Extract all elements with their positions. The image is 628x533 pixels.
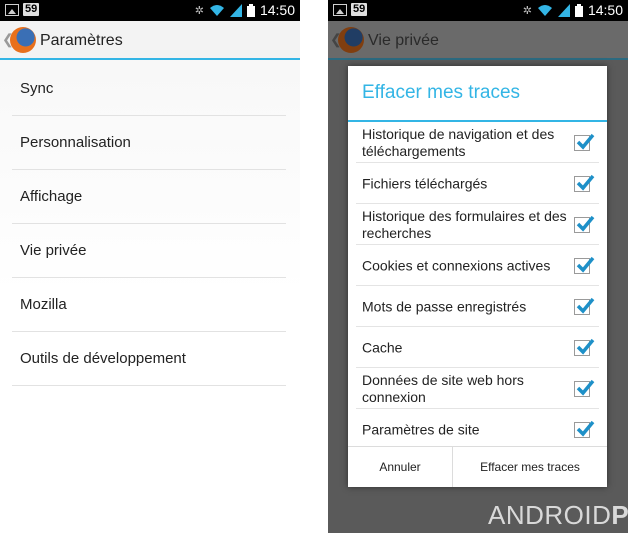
option-row[interactable]: Mots de passe enregistrés — [348, 286, 607, 327]
menu-item-label: Personnalisation — [20, 134, 131, 151]
image-icon — [5, 3, 19, 16]
firefox-logo-icon[interactable] — [338, 27, 364, 53]
menu-item-vie-privee[interactable]: Vie privée — [0, 224, 300, 278]
status-bar: 59 ✲ 14:50 — [328, 0, 628, 21]
settings-menu: Sync Personnalisation Affichage Vie priv… — [0, 62, 300, 386]
checkbox-icon[interactable] — [574, 133, 595, 151]
checkbox-icon[interactable] — [574, 215, 595, 233]
menu-item-sync[interactable]: Sync — [0, 62, 300, 116]
watermark: ANDROIDPIT — [488, 500, 628, 531]
sync-icon: ✲ — [194, 5, 204, 17]
option-row[interactable]: Cache — [348, 327, 607, 368]
option-row[interactable]: Historique des formulaires et des recher… — [348, 204, 607, 245]
option-row[interactable]: Paramètres de site — [348, 409, 607, 450]
menu-item-mozilla[interactable]: Mozilla — [0, 278, 300, 332]
action-bar: ❮ Paramètres — [0, 21, 300, 60]
option-row[interactable]: Données de site web hors connexion — [348, 368, 607, 409]
page-title: Vie privée — [368, 32, 439, 49]
clock: 14:50 — [587, 2, 623, 18]
notification-count: 59 — [351, 3, 368, 16]
image-icon — [333, 3, 347, 16]
cancel-button[interactable]: Annuler — [348, 447, 453, 487]
menu-item-outils[interactable]: Outils de développement — [0, 332, 300, 386]
privacy-screen: 59 ✲ 14:50 ❮ Vie privée Effacer mes trac… — [328, 0, 628, 533]
clear-data-dialog: Effacer mes traces Historique de navigat… — [348, 66, 607, 487]
menu-item-affichage[interactable]: Affichage — [0, 170, 300, 224]
settings-screen: 59 ✲ 14:50 ❮ Paramètres Sync Personnalis… — [0, 0, 300, 533]
option-row[interactable]: Fichiers téléchargés — [348, 163, 607, 204]
battery-icon — [574, 4, 583, 17]
checkbox-icon[interactable] — [574, 420, 595, 438]
option-label: Paramètres de site — [362, 421, 480, 437]
action-bar: ❮ Vie privée — [328, 21, 628, 60]
notification-count: 59 — [23, 3, 40, 16]
option-label: Historique de navigation et des téléchar… — [362, 125, 555, 159]
divider — [12, 385, 286, 386]
checkbox-icon[interactable] — [574, 297, 595, 315]
option-label: Données de site web hors connexion — [362, 371, 524, 405]
menu-item-label: Vie privée — [20, 242, 87, 259]
sync-icon: ✲ — [522, 5, 532, 17]
clock: 14:50 — [259, 2, 295, 18]
option-row[interactable]: Historique de navigation et des téléchar… — [348, 122, 607, 163]
firefox-logo-icon[interactable] — [10, 27, 36, 53]
menu-item-personnalisation[interactable]: Personnalisation — [0, 116, 300, 170]
signal-icon — [557, 4, 570, 17]
watermark-part1: ANDROID — [488, 500, 612, 530]
checkbox-icon[interactable] — [574, 338, 595, 356]
dialog-title: Effacer mes traces — [362, 82, 521, 103]
status-bar: 59 ✲ 14:50 — [0, 0, 300, 21]
option-label: Historique des formulaires et des recher… — [362, 207, 567, 241]
menu-item-label: Sync — [20, 80, 54, 97]
dialog-button-bar: Annuler Effacer mes traces — [348, 446, 607, 487]
clear-data-button[interactable]: Effacer mes traces — [453, 447, 607, 487]
checkbox-icon[interactable] — [574, 379, 595, 397]
dialog-options: Historique de navigation et des téléchar… — [348, 122, 607, 450]
option-label: Mots de passe enregistrés — [362, 298, 527, 314]
checkbox-icon[interactable] — [574, 256, 595, 274]
option-label: Fichiers téléchargés — [362, 175, 488, 191]
menu-item-label: Affichage — [20, 188, 83, 205]
menu-item-label: Outils de développement — [20, 350, 186, 367]
option-label: Cookies et connexions actives — [362, 257, 551, 273]
wifi-icon — [209, 5, 224, 16]
watermark-part2: PIT — [611, 500, 628, 530]
signal-icon — [229, 4, 242, 17]
option-label: Cache — [362, 339, 403, 355]
page-title: Paramètres — [40, 32, 123, 49]
wifi-icon — [537, 5, 552, 16]
battery-icon — [246, 4, 255, 17]
option-row[interactable]: Cookies et connexions actives — [348, 245, 607, 286]
checkbox-icon[interactable] — [574, 174, 595, 192]
menu-item-label: Mozilla — [20, 296, 67, 313]
